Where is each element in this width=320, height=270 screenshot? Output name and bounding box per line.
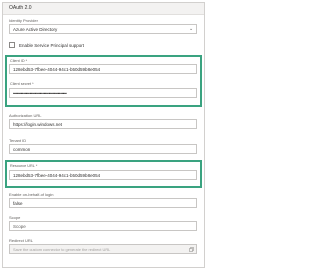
authorization-url-input[interactable]: https://login.windows.net [9, 119, 197, 129]
on-behalf-of-value: false [13, 201, 23, 206]
scope-input[interactable]: Scope [9, 221, 197, 231]
section-title: OAuth 2.0 [3, 3, 204, 15]
client-credentials-highlight [5, 55, 202, 107]
redirect-url-label: Redirect URL [9, 238, 34, 243]
resource-url-label: Resource URL * [10, 164, 38, 168]
copy-icon[interactable] [189, 247, 194, 252]
on-behalf-of-input[interactable]: false [9, 198, 197, 208]
resource-url-input[interactable]: 128ebd53-7fbee-4044-94c1-b50d59b8e054 [9, 170, 197, 180]
redirect-url-placeholder: Save the custom connector to generate th… [13, 247, 111, 252]
client-secret-label: Client secret * [10, 82, 34, 86]
authorization-url-value: https://login.windows.net [13, 122, 63, 127]
tenant-id-value: common [13, 147, 31, 152]
tenant-id-label: Tenant ID [9, 138, 27, 143]
on-behalf-of-label: Enable on-behalf-of login [9, 192, 54, 197]
authorization-url-label: Authorization URL [9, 113, 42, 118]
client-id-label: Client ID * [10, 59, 28, 63]
tenant-id-input[interactable]: common [9, 144, 197, 154]
resource-url-value: 128ebd53-7fbee-4044-94c1-b50d59b8e054 [13, 173, 101, 178]
client-id-input[interactable]: 128ebd53-7fbee-4044-94c1-b50d59b8e054 [9, 64, 197, 74]
redirect-url-input: Save the custom connector to generate th… [9, 244, 197, 254]
scope-placeholder: Scope [13, 224, 26, 229]
identity-provider-dropdown[interactable]: Azure Active Directory ⌄ [9, 24, 197, 34]
identity-provider-label: Identity Provider [9, 18, 38, 23]
scope-label: Scope [9, 215, 21, 220]
chevron-down-icon: ⌄ [189, 26, 194, 32]
identity-provider-value: Azure Active Directory [13, 27, 58, 32]
client-secret-input[interactable]: ••••••••••••••••••••••••••••••••••••••••… [9, 88, 197, 98]
service-principal-checkbox[interactable] [9, 42, 15, 48]
client-secret-value: ••••••••••••••••••••••••••••••••••••••••… [13, 91, 67, 96]
client-id-value: 128ebd53-7fbee-4044-94c1-b50d59b8e054 [13, 67, 101, 72]
service-principal-label: Enable Service Principal support [19, 43, 85, 48]
